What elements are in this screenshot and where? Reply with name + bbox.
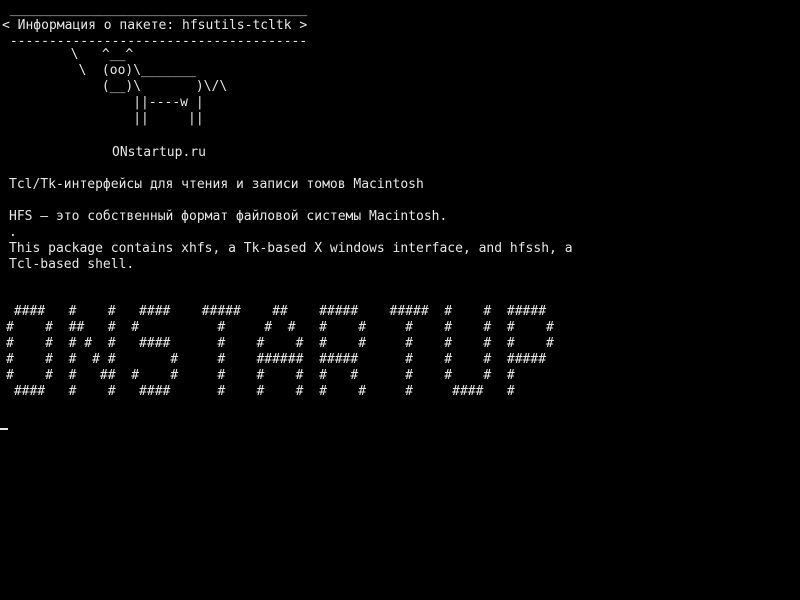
- speech-bubble: ______________________________________ <…: [2, 2, 307, 50]
- banner-line: # # # # # # # ###### ##### # # # #####: [6, 352, 547, 367]
- banner-line: # # ## # # # # # # # # # # # #: [6, 320, 554, 335]
- description-line: HFS – это собственный формат файловой си…: [9, 209, 448, 224]
- bubble-text: < Информация о пакете: hfsutils-tcltk >: [2, 18, 308, 33]
- cow-line: || ||: [8, 111, 204, 126]
- terminal-screen: ______________________________________ <…: [0, 0, 800, 600]
- site-text: ONstartup.ru: [112, 145, 206, 160]
- description-dot: .: [9, 225, 17, 240]
- cow-line: ||----w |: [8, 95, 204, 110]
- banner-line: #### # # #### # # # # # # #### #: [6, 384, 515, 399]
- cow-ascii-art: \ ^__^ \ (oo)\_______ (__)\ )\/\ ||----w…: [8, 47, 228, 127]
- site-label: ONstartup.ru: [112, 145, 206, 161]
- package-description: Tcl/Tk-интерфейсы для чтения и записи то…: [9, 177, 573, 273]
- description-line: Tcl/Tk-интерфейсы для чтения и записи то…: [9, 177, 424, 192]
- cow-line: \ ^__^: [8, 47, 134, 62]
- description-line: This package contains xhfs, a Tk-based X…: [9, 241, 573, 256]
- cow-line: \ (oo)\_______: [8, 63, 196, 78]
- banner-line: #### # # #### ##### ## ##### ##### # # #…: [6, 304, 547, 319]
- cow-line: (__)\ )\/\: [8, 79, 228, 94]
- banner-line: # # # # # #### # # # # # # # # # #: [6, 336, 554, 351]
- bubble-top-border: ______________________________________: [2, 2, 308, 17]
- banner-line: # # # ## # # # # # # # # # # #: [6, 368, 515, 383]
- description-line: Tcl-based shell.: [9, 257, 135, 272]
- text-cursor[interactable]: [0, 428, 8, 430]
- ascii-banner: #### # # #### ##### ## ##### ##### # # #…: [6, 304, 554, 400]
